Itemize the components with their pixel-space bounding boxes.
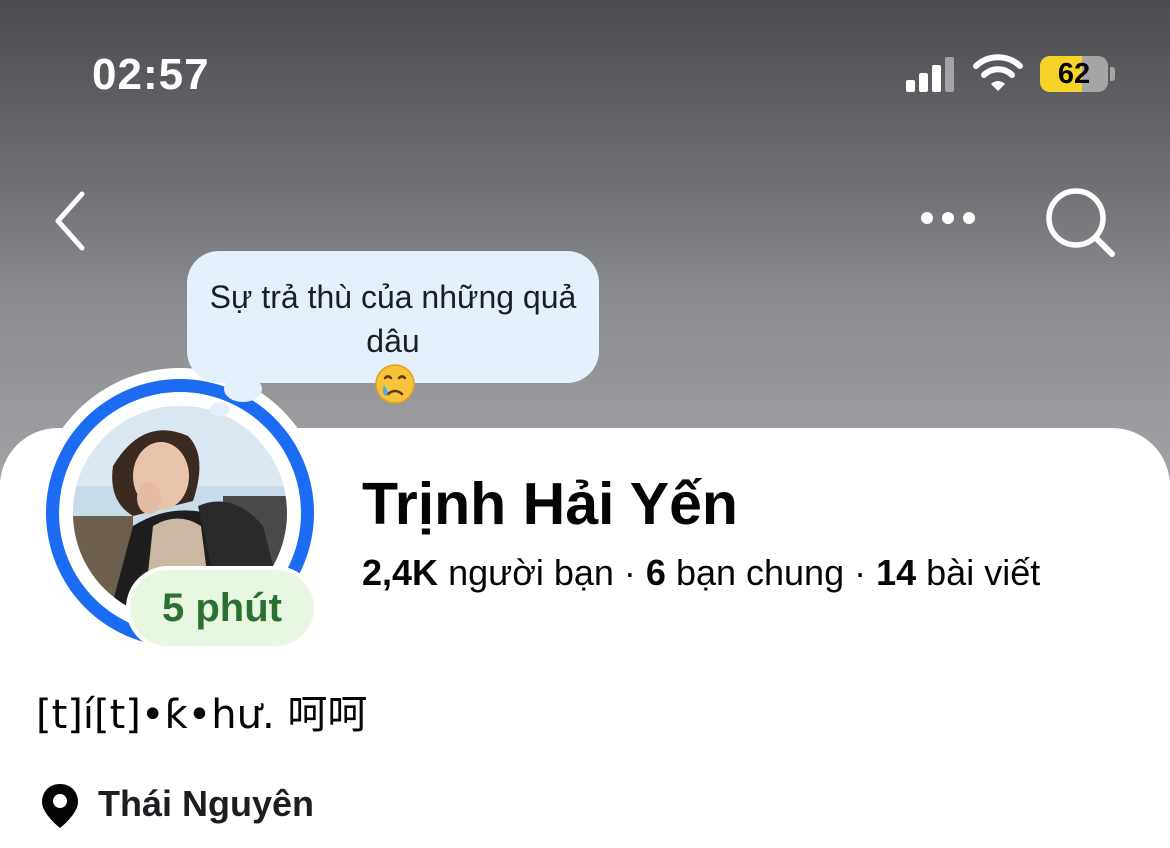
friends-count[interactable]: 2,4K [362,552,438,593]
battery-tip [1110,67,1115,81]
cellular-signal-icon [906,56,958,92]
chevron-left-icon [55,191,85,251]
posts-label[interactable]: bài viết [926,552,1040,593]
posts-count[interactable]: 14 [876,552,916,593]
profile-bio: [t]í[t]•ƙ•hư. 呵呵 [36,692,368,738]
profile-stats: 2,4K người bạn · 6 bạn chung · 14 bài viết [362,552,1040,594]
status-time: 02:57 [92,50,210,99]
location-pin-icon [42,784,78,828]
profile-name: Trịnh Hải Yến [362,471,738,537]
friends-label[interactable]: người bạn [448,552,614,593]
mutual-friends-count[interactable]: 6 [646,552,666,593]
mutual-friends-label[interactable]: bạn chung [676,552,844,593]
battery-percent: 62 [1057,58,1091,90]
active-time-badge: 5 phút [126,566,318,650]
note-bubble[interactable]: Sự trả thù của những quả dâu [187,251,599,404]
battery-indicator: 62 [1040,56,1108,92]
ellipsis-icon [921,212,975,224]
more-options-button[interactable] [914,198,984,238]
note-text-content: Sự trả thù của những quả dâu [209,279,577,359]
note-bubble-tail [224,376,262,402]
active-time-text: 5 phút [162,586,282,630]
stats-separator: · [854,552,867,593]
search-icon [1046,188,1115,257]
crying-face-emoji-icon [375,364,415,404]
stats-separator: · [623,552,636,593]
note-bubble-tail-small [210,402,230,416]
wifi-icon [973,54,1023,91]
back-button[interactable] [46,186,96,256]
location-text: Thái Nguyên [98,783,315,824]
search-button[interactable] [1040,184,1120,264]
